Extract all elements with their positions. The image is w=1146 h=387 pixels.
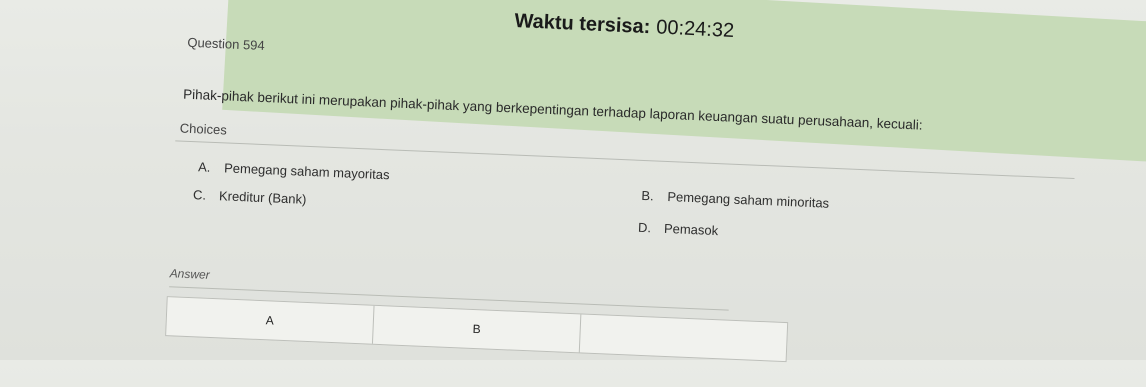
question-text: Pihak-pihak berikut ini merupakan pihak-… [182,86,923,133]
choice-letter: D. [637,219,652,236]
choice-letter: B. [641,187,655,204]
choice-text: Pemegang saham mayoritas [223,160,390,183]
timer-value: 00:24:32 [655,16,735,42]
answer-option-a[interactable]: A [166,297,375,344]
choice-b[interactable]: B. Pemegang saham minoritas [641,188,829,211]
choices-label: Choices [179,120,228,138]
answer-table: A B [165,296,789,363]
choice-d[interactable]: D. Pemasok [638,220,719,238]
question-card: Question 594 Pihak-pihak berikut ini mer… [157,28,1100,387]
choice-a[interactable]: A. Pemegang saham mayoritas [198,159,390,182]
choice-text: Kreditur (Bank) [218,188,307,207]
choice-text: Pemasok [663,220,719,239]
answer-option-b[interactable]: B [372,305,582,353]
choice-letter: C. [192,187,207,203]
choice-text: Pemegang saham minoritas [667,188,830,211]
answer-option-c[interactable] [580,314,787,361]
answer-label: Answer [169,266,211,282]
choice-letter: A. [197,159,211,175]
question-number: Question 594 [187,34,266,53]
choice-c[interactable]: C. Kreditur (Bank) [193,187,307,207]
